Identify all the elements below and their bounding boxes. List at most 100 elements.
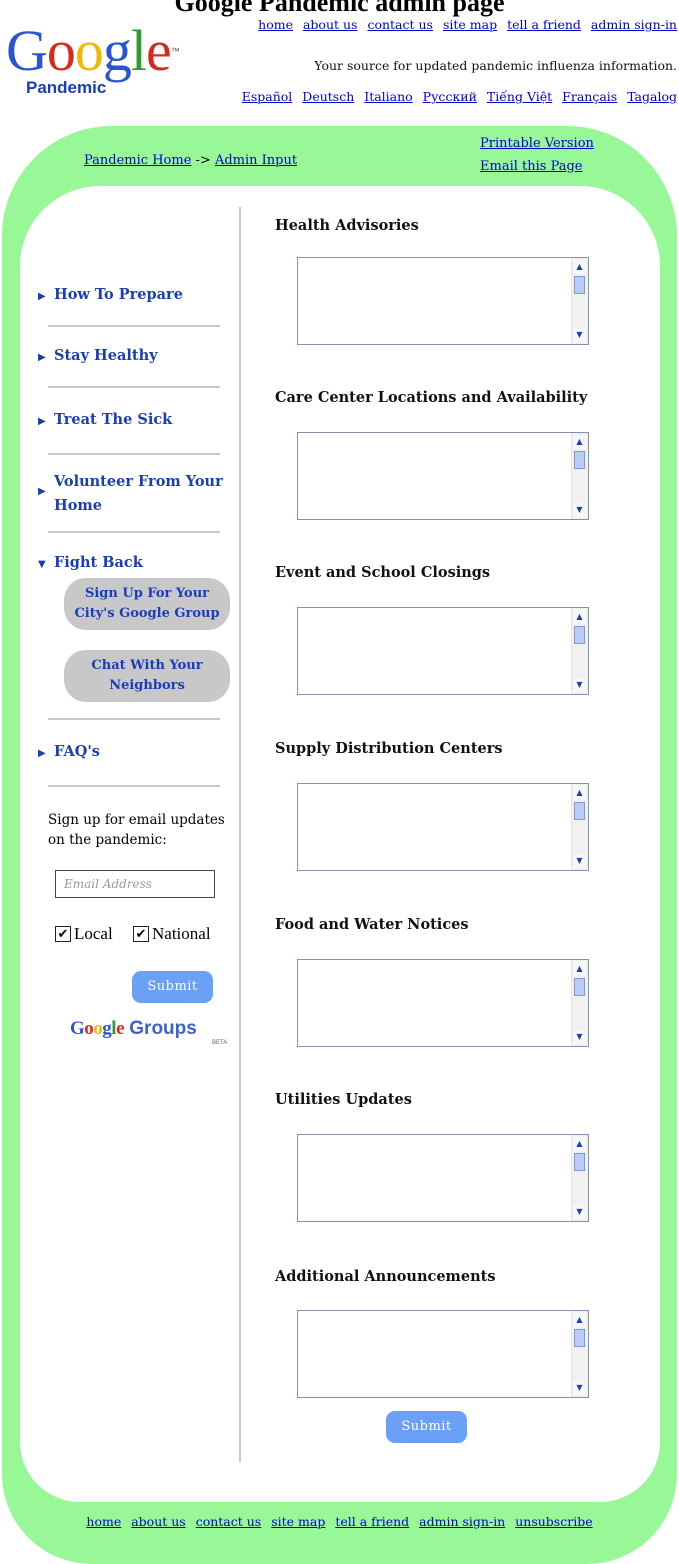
top-nav-about[interactable]: about us bbox=[303, 17, 358, 32]
scroll-thumb[interactable] bbox=[574, 276, 585, 294]
scrollbar[interactable]: ▲ ▼ bbox=[571, 960, 588, 1046]
footer-nav: home about us contact us site map tell a… bbox=[0, 1514, 679, 1529]
top-nav-contact[interactable]: contact us bbox=[367, 17, 433, 32]
scroll-down-icon[interactable]: ▼ bbox=[573, 1030, 586, 1044]
scroll-thumb[interactable] bbox=[574, 626, 585, 644]
google-pandemic-logo[interactable]: Google™ Pandemic bbox=[6, 22, 216, 100]
breadcrumb-home[interactable]: Pandemic Home bbox=[84, 153, 191, 168]
scroll-up-icon[interactable]: ▲ bbox=[573, 610, 586, 624]
top-nav-admin[interactable]: admin sign-in bbox=[591, 17, 677, 32]
printable-version-link[interactable]: Printable Version bbox=[480, 132, 594, 155]
scrollbar[interactable]: ▲ ▼ bbox=[571, 433, 588, 519]
scrollbar[interactable]: ▲ ▼ bbox=[571, 1311, 588, 1397]
top-nav-tell-friend[interactable]: tell a friend bbox=[507, 17, 581, 32]
scrollbar[interactable]: ▲ ▼ bbox=[571, 608, 588, 694]
scroll-thumb[interactable] bbox=[574, 802, 585, 820]
supply-distribution-textarea[interactable] bbox=[298, 784, 576, 874]
scroll-down-icon[interactable]: ▼ bbox=[573, 328, 586, 342]
lang-spanish[interactable]: Español bbox=[242, 89, 293, 104]
triangle-right-icon: ▶ bbox=[38, 291, 46, 302]
footer-admin[interactable]: admin sign-in bbox=[419, 1514, 505, 1529]
sidebar-item-fight-back[interactable]: ▼ Fight Back bbox=[38, 551, 143, 577]
footer-home[interactable]: home bbox=[86, 1514, 121, 1529]
scroll-down-icon[interactable]: ▼ bbox=[573, 1205, 586, 1219]
scrollbar[interactable]: ▲ ▼ bbox=[571, 258, 588, 344]
scrollbar[interactable]: ▲ ▼ bbox=[571, 784, 588, 870]
top-nav-sitemap[interactable]: site map bbox=[443, 17, 497, 32]
event-closings-textarea-box: ▲ ▼ bbox=[297, 607, 589, 698]
logo-wordmark: Google™ bbox=[6, 18, 180, 83]
food-water-textarea[interactable] bbox=[298, 960, 576, 1050]
footer-contact[interactable]: contact us bbox=[196, 1514, 262, 1529]
scroll-down-icon[interactable]: ▼ bbox=[573, 854, 586, 868]
logo-subtitle: Pandemic bbox=[26, 78, 107, 97]
health-advisories-textarea[interactable] bbox=[298, 258, 576, 348]
national-checkbox-row[interactable]: ✔ National bbox=[133, 924, 211, 944]
national-checkbox[interactable]: ✔ bbox=[133, 926, 149, 942]
announcements-textarea[interactable] bbox=[298, 1311, 576, 1401]
sidebar-item-label: Fight Back bbox=[54, 554, 143, 571]
sidebar-item-how-to-prepare[interactable]: ▶ How To Prepare bbox=[38, 283, 183, 309]
chat-neighbors-button[interactable]: Chat With Your Neighbors bbox=[64, 650, 230, 702]
sign-up-city-group-button[interactable]: Sign Up For Your City's Google Group bbox=[64, 578, 230, 630]
scroll-up-icon[interactable]: ▲ bbox=[573, 1313, 586, 1327]
scroll-up-icon[interactable]: ▲ bbox=[573, 260, 586, 274]
section-title-announcements: Additional Announcements bbox=[275, 1268, 496, 1285]
triangle-down-icon: ▼ bbox=[38, 559, 46, 570]
care-centers-textarea[interactable] bbox=[298, 433, 576, 523]
scroll-down-icon[interactable]: ▼ bbox=[573, 1381, 586, 1395]
lang-french[interactable]: Français bbox=[562, 89, 617, 104]
breadcrumb-current[interactable]: Admin Input bbox=[215, 153, 297, 168]
sidebar-item-faq[interactable]: ▶ FAQ's bbox=[38, 740, 100, 766]
scrollbar[interactable]: ▲ ▼ bbox=[571, 1135, 588, 1221]
health-advisories-textarea-box: ▲ ▼ bbox=[297, 257, 589, 348]
scroll-up-icon[interactable]: ▲ bbox=[573, 962, 586, 976]
sidebar-item-treat-the-sick[interactable]: ▶ Treat The Sick bbox=[38, 408, 172, 434]
footer-sitemap[interactable]: site map bbox=[271, 1514, 325, 1529]
lang-german[interactable]: Deutsch bbox=[302, 89, 354, 104]
footer-tell-friend[interactable]: tell a friend bbox=[335, 1514, 409, 1529]
scroll-up-icon[interactable]: ▲ bbox=[573, 435, 586, 449]
footer-unsubscribe[interactable]: unsubscribe bbox=[515, 1514, 592, 1529]
scroll-thumb[interactable] bbox=[574, 978, 585, 996]
lang-vietnamese[interactable]: Tiếng Việt bbox=[487, 89, 552, 104]
scroll-up-icon[interactable]: ▲ bbox=[573, 1137, 586, 1151]
sidebar-item-volunteer[interactable]: ▶ Volunteer From Your Home bbox=[38, 470, 228, 518]
footer-about[interactable]: about us bbox=[131, 1514, 186, 1529]
scroll-down-icon[interactable]: ▼ bbox=[573, 678, 586, 692]
lang-tagalog[interactable]: Tagalog bbox=[627, 89, 677, 104]
email-page-link[interactable]: Email this Page bbox=[480, 155, 594, 178]
utilities-textarea[interactable] bbox=[298, 1135, 576, 1225]
groups-logo-google: Google bbox=[70, 1018, 124, 1039]
email-field[interactable] bbox=[55, 870, 215, 898]
scroll-up-icon[interactable]: ▲ bbox=[573, 786, 586, 800]
scroll-down-icon[interactable]: ▼ bbox=[573, 503, 586, 517]
local-checkbox[interactable]: ✔ bbox=[55, 926, 71, 942]
sidebar-divider bbox=[48, 718, 220, 720]
event-closings-textarea[interactable] bbox=[298, 608, 576, 698]
sidebar-divider bbox=[48, 453, 220, 455]
section-title-health-advisories: Health Advisories bbox=[275, 217, 419, 234]
section-title-utilities: Utilities Updates bbox=[275, 1091, 412, 1108]
utilities-textarea-box: ▲ ▼ bbox=[297, 1134, 589, 1225]
scroll-thumb[interactable] bbox=[574, 451, 585, 469]
breadcrumb-separator: -> bbox=[191, 153, 215, 168]
signup-text: Sign up for email updates on the pandemi… bbox=[48, 812, 225, 848]
sidebar-divider bbox=[48, 531, 220, 533]
admin-submit-button[interactable]: Submit bbox=[386, 1411, 467, 1443]
section-title-event-closings: Event and School Closings bbox=[275, 564, 491, 581]
scroll-thumb[interactable] bbox=[574, 1153, 585, 1171]
column-divider bbox=[239, 207, 241, 1462]
scroll-thumb[interactable] bbox=[574, 1329, 585, 1347]
google-groups-logo[interactable]: Google Groups BETA bbox=[70, 1018, 227, 1046]
local-checkbox-row[interactable]: ✔ Local bbox=[55, 924, 113, 944]
top-nav-home[interactable]: home bbox=[258, 17, 293, 32]
sidebar-item-stay-healthy[interactable]: ▶ Stay Healthy bbox=[38, 344, 158, 370]
national-label: National bbox=[152, 924, 211, 943]
email-submit-button[interactable]: Submit bbox=[132, 971, 213, 1003]
lang-italian[interactable]: Italiano bbox=[364, 89, 412, 104]
lang-russian[interactable]: Русский bbox=[423, 89, 477, 104]
section-title-food-water: Food and Water Notices bbox=[275, 916, 469, 933]
sidebar-divider bbox=[48, 785, 220, 787]
sidebar-divider bbox=[48, 386, 220, 388]
